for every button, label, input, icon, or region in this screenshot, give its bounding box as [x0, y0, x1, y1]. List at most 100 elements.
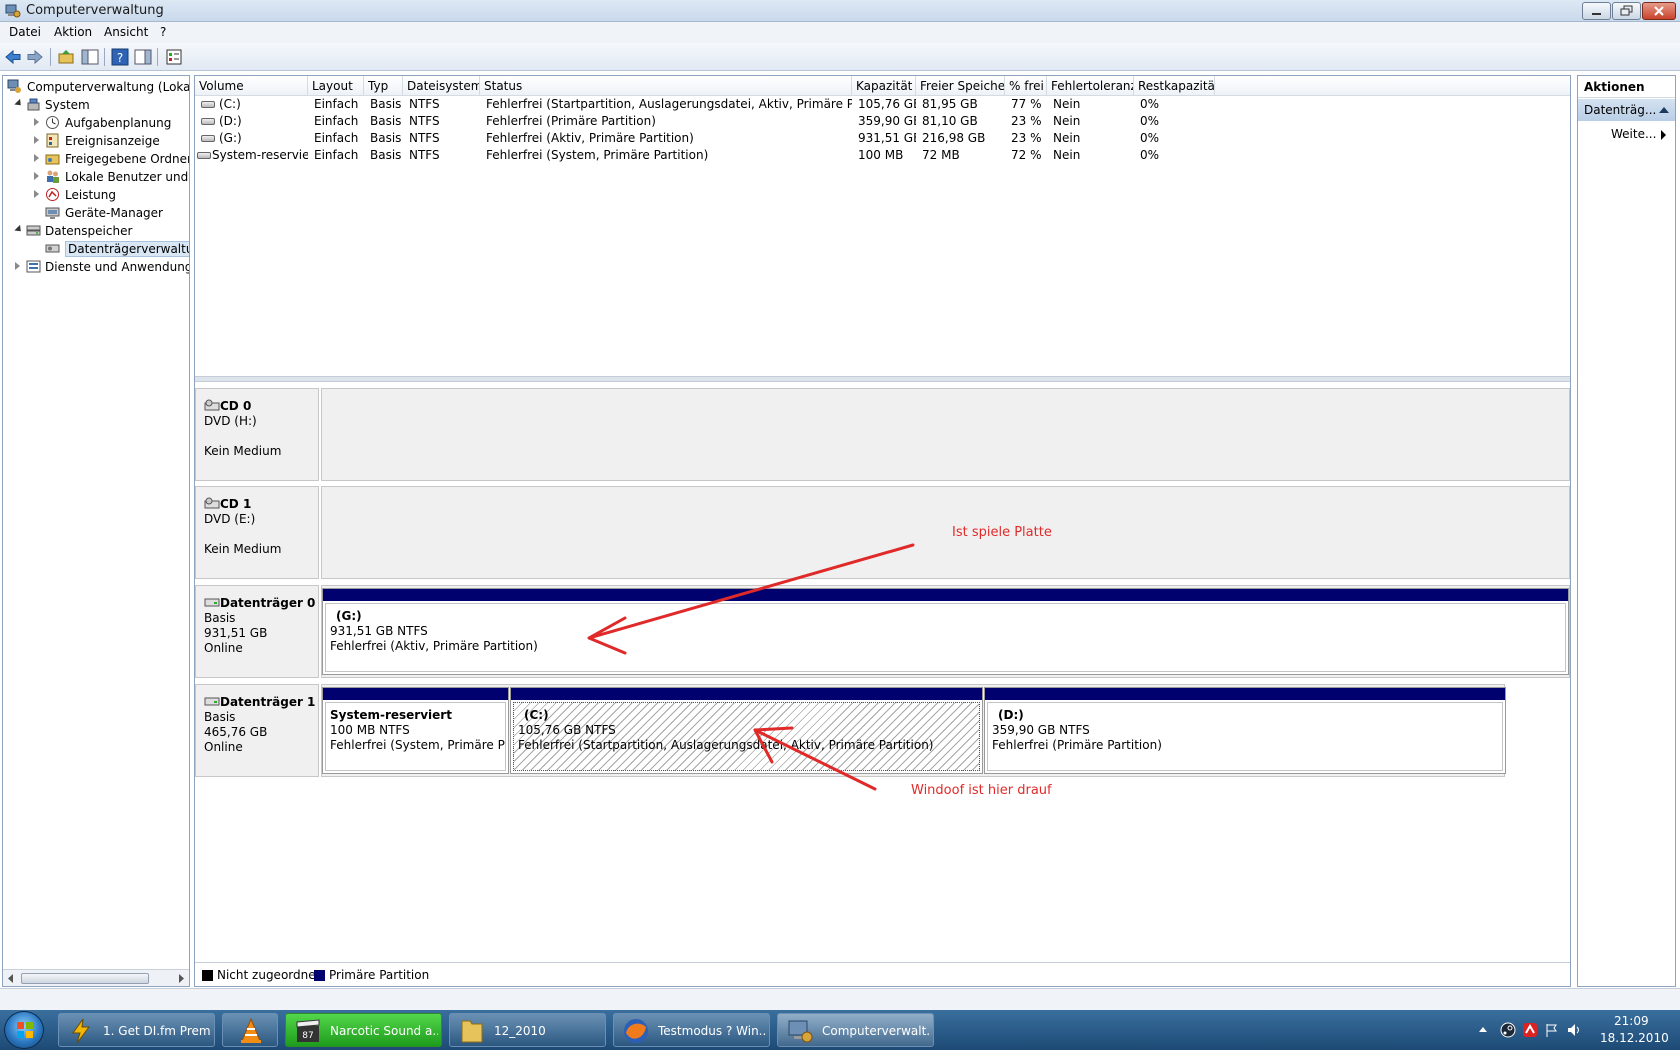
- expand-arrow-icon[interactable]: [34, 136, 39, 144]
- fehlertoleranz-cell: Nein: [1053, 148, 1081, 162]
- volume-row-g[interactable]: (G:) Einfach Basis NTFS Fehlerfrei (Akti…: [195, 130, 1570, 147]
- expand-arrow-icon[interactable]: [15, 262, 20, 270]
- system-tools-icon: [27, 98, 40, 111]
- minimize-button[interactable]: [1582, 2, 1611, 20]
- status-bar: [0, 988, 1680, 1010]
- volume-cell: System-reserviert: [195, 148, 308, 162]
- status-cell: Fehlerfrei (System, Primäre Partition): [486, 148, 709, 162]
- volume-row-system-reserviert[interactable]: System-reserviert Einfach Basis NTFS Feh…: [195, 147, 1570, 164]
- restkapazitaet-cell: 0%: [1140, 97, 1160, 111]
- expand-arrow-icon[interactable]: [34, 118, 39, 126]
- taskbar-item-firefox[interactable]: Testmodus ? Win...: [613, 1013, 770, 1047]
- kapazitaet-cell: 931,51 GB: [858, 131, 916, 145]
- back-arrow-icon[interactable]: [4, 48, 22, 66]
- menu-help[interactable]: ?: [160, 25, 166, 39]
- prozent-frei-cell: 77 %: [1011, 97, 1042, 111]
- folder-icon: [461, 1020, 483, 1043]
- clock-time[interactable]: 21:09: [1614, 1014, 1649, 1028]
- clock-date[interactable]: 18.12.2010: [1600, 1031, 1669, 1045]
- menu-datei[interactable]: Datei: [9, 25, 41, 39]
- tree-horizontal-scrollbar[interactable]: [3, 969, 189, 986]
- column-header-prozent-frei[interactable]: % frei: [1005, 76, 1047, 96]
- taskbar-item-narcotic-sound[interactable]: 87 Narcotic Sound a...: [285, 1013, 442, 1047]
- disk-graphical-view: CD 0 DVD (H:) Kein Medium CD 1 DVD (E:) …: [195, 382, 1570, 960]
- annotation-arrow-bottom: [753, 726, 877, 791]
- properties-icon[interactable]: [165, 48, 183, 66]
- scroll-left-icon[interactable]: [7, 974, 15, 983]
- expand-arrow-icon[interactable]: [34, 190, 39, 198]
- taskbar-label: 1. Get DI.fm Prem...: [103, 1024, 211, 1038]
- action-center-flag-icon[interactable]: [1544, 1022, 1560, 1038]
- help-icon[interactable]: ?: [111, 48, 129, 66]
- layout-cell: Einfach: [314, 97, 359, 111]
- taskbar-item-computerverwaltung[interactable]: Computerverwalt...: [777, 1013, 934, 1047]
- action-more[interactable]: Weite...: [1611, 127, 1656, 141]
- volume-name: (C:): [219, 97, 241, 111]
- column-header-typ[interactable]: Typ: [364, 76, 403, 96]
- column-header-status[interactable]: Status: [480, 76, 852, 96]
- computer-management-icon: [788, 1020, 813, 1043]
- storage-icon: [26, 225, 41, 236]
- steam-icon[interactable]: [1500, 1022, 1516, 1038]
- start-button[interactable]: [4, 1011, 44, 1049]
- volume-row-c[interactable]: (C:) Einfach Basis NTFS Fehlerfrei (Star…: [195, 96, 1570, 113]
- svg-text:?: ?: [117, 51, 123, 65]
- windows-logo-icon: [17, 1022, 33, 1038]
- expand-arrow-icon[interactable]: [14, 224, 24, 235]
- close-icon: [1654, 6, 1664, 16]
- winamp-icon: [72, 1018, 90, 1044]
- toolbar-separator: [50, 48, 51, 66]
- menu-aktion[interactable]: Aktion: [54, 25, 92, 39]
- restore-button[interactable]: [1612, 2, 1641, 20]
- column-header-restkapazitaet[interactable]: Restkapazität: [1134, 76, 1215, 96]
- taskbar-item-folder[interactable]: 12_2010: [449, 1013, 606, 1047]
- svg-text:87: 87: [302, 1031, 313, 1041]
- menu-ansicht[interactable]: Ansicht: [104, 25, 148, 39]
- dateisystem-cell: NTFS: [409, 131, 440, 145]
- taskbar-label: Narcotic Sound a...: [330, 1024, 438, 1038]
- submenu-arrow-icon[interactable]: [1661, 130, 1666, 140]
- fehlertoleranz-cell: Nein: [1053, 114, 1081, 128]
- antivirus-icon[interactable]: [1522, 1022, 1538, 1038]
- drive-icon: [201, 135, 215, 142]
- volume-cell: (D:): [195, 114, 308, 128]
- restkapazitaet-cell: 0%: [1140, 131, 1160, 145]
- expand-arrow-icon[interactable]: [34, 154, 39, 162]
- drive-icon: [197, 152, 211, 159]
- kapazitaet-cell: 100 MB: [858, 148, 904, 162]
- scroll-right-icon[interactable]: [177, 974, 185, 983]
- show-hide-action-pane-icon[interactable]: [134, 48, 152, 66]
- up-folder-icon[interactable]: [57, 48, 75, 66]
- dateisystem-cell: NTFS: [409, 114, 440, 128]
- volume-row-d[interactable]: (D:) Einfach Basis NTFS Fehlerfrei (Prim…: [195, 113, 1570, 130]
- column-header-fehlertoleranz[interactable]: Fehlertoleranz: [1047, 76, 1134, 96]
- scroll-thumb[interactable]: [21, 973, 149, 984]
- window-title: Computerverwaltung: [26, 3, 164, 18]
- clapperboard-icon: 87: [296, 1019, 320, 1042]
- close-button[interactable]: [1642, 2, 1676, 20]
- annotation-label-top: Ist spiele Platte: [952, 525, 1052, 540]
- layout-cell: Einfach: [314, 148, 359, 162]
- column-header-kapazitaet[interactable]: Kapazität: [852, 76, 916, 96]
- freier-speicher-cell: 81,95 GB: [922, 97, 978, 111]
- actions-section-datentraeger[interactable]: Datenträg...: [1578, 99, 1675, 121]
- expand-arrow-icon[interactable]: [34, 172, 39, 180]
- freier-speicher-cell: 216,98 GB: [922, 131, 986, 145]
- column-header-freier-speicher[interactable]: Freier Speicher: [916, 76, 1005, 96]
- taskbar-item-winamp[interactable]: 1. Get DI.fm Prem...: [58, 1013, 215, 1047]
- show-hide-tree-icon[interactable]: [81, 48, 99, 66]
- show-hidden-icons-icon[interactable]: [1475, 1022, 1491, 1038]
- column-header-volume[interactable]: Volume: [195, 76, 308, 96]
- actions-section-label: Datenträg...: [1584, 103, 1657, 117]
- collapse-arrow-icon[interactable]: [1659, 107, 1669, 113]
- taskbar-item-vlc[interactable]: [222, 1013, 278, 1047]
- toolbar-separator: [104, 48, 105, 66]
- drive-icon: [201, 118, 215, 125]
- expand-arrow-icon[interactable]: [14, 98, 24, 109]
- typ-cell: Basis: [370, 148, 402, 162]
- column-header-dateisystem[interactable]: Dateisystem: [403, 76, 480, 96]
- column-header-layout[interactable]: Layout: [308, 76, 364, 96]
- volume-speaker-icon[interactable]: [1566, 1022, 1582, 1038]
- prozent-frei-cell: 23 %: [1011, 131, 1042, 145]
- forward-arrow-icon[interactable]: [26, 48, 44, 66]
